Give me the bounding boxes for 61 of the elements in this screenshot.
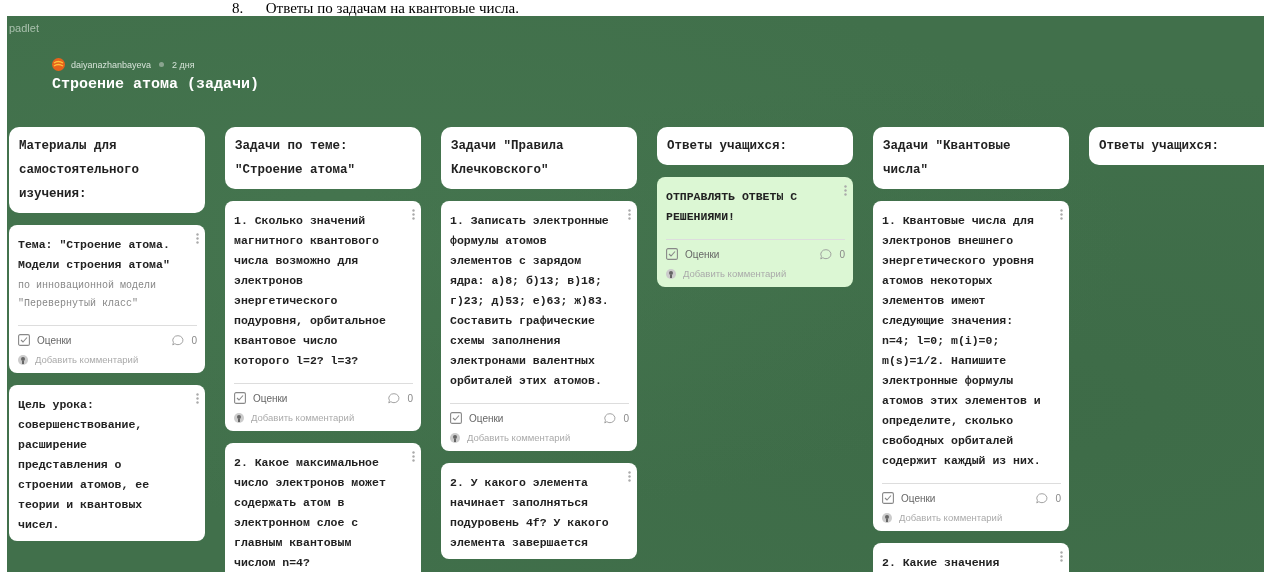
post-text: Тема: "Строение атома. Модели строения атома" — [18, 237, 171, 273]
comment-icon — [172, 334, 185, 346]
comment-icon — [1036, 492, 1049, 504]
column-header: Задачи "Правила Клечковского" — [441, 127, 637, 189]
checkbox-icon[interactable] — [18, 334, 30, 346]
more-icon[interactable] — [196, 233, 199, 244]
column-header: Материалы для самостоятельного изучения: — [9, 127, 205, 213]
checkbox-icon[interactable] — [234, 392, 246, 404]
avatar-icon — [882, 512, 892, 523]
checkbox-icon[interactable] — [666, 248, 678, 260]
more-icon[interactable] — [196, 393, 199, 404]
column-header: Задачи "Квантовые числа" — [873, 127, 1069, 189]
author-name: daiyanazhanbayeva — [71, 59, 152, 70]
more-icon[interactable] — [412, 209, 415, 220]
avatar-icon — [234, 412, 244, 423]
board-title: Строение атома (задачи) — [52, 76, 260, 93]
comment-icon — [820, 248, 833, 260]
rating-label: Оценки — [37, 334, 73, 346]
document-heading: 8. Ответы по задачам на квантовые числа. — [231, 0, 520, 16]
more-icon[interactable] — [628, 209, 631, 220]
post-text: 2. Какие значения — [882, 555, 1001, 571]
avatar-icon — [666, 268, 676, 279]
more-icon[interactable] — [1060, 551, 1063, 562]
column-header: Ответы учащихся: — [1089, 127, 1264, 165]
more-icon[interactable] — [844, 185, 847, 196]
post-text: 1. Квантовые числа для электронов внешнего энергетического уровня атомов некоторых элементов имеют следующие значения: n=4; l=0; m(i)=0; m(s)=1/2. Напишите электронные формулы атомов этих элементов и определите, сколько свободных орбиталей содержит каждый из них. — [882, 213, 1042, 469]
add-comment-field[interactable]: Добавить комментарий — [35, 354, 139, 365]
avatar-icon — [18, 354, 28, 365]
comment-count: 0 — [191, 334, 197, 346]
brand-label: padlet — [8, 21, 39, 34]
comment-count: 0 — [839, 248, 845, 260]
comment-count: 0 — [623, 412, 629, 424]
rating-label: Оценки — [901, 492, 937, 504]
more-icon[interactable] — [1060, 209, 1063, 220]
post-subtext: по инновационной модели "Перевернутый класс" — [18, 279, 158, 311]
comment-icon — [604, 412, 617, 424]
post-text: 1. Сколько значений магнитного квантового числа возможно для электронов энергетического подуровня, орбитальное квантовое число которого l=2? l=3? — [234, 213, 387, 369]
avatar-icon — [52, 58, 65, 71]
add-comment-field[interactable]: Добавить комментарий — [467, 432, 571, 443]
post-text: 1. Записать электронные формулы атомов элементов с зарядом ядра: а)8; б)13; в)18; г)23; д)53; е)63; ж)83. Составить графические схемы заполнения электронами валентных орбиталей этих атомов. — [450, 213, 610, 389]
rating-label: Оценки — [685, 248, 721, 260]
avatar-icon — [450, 432, 460, 443]
more-icon[interactable] — [628, 471, 631, 482]
add-comment-field[interactable]: Добавить комментарий — [251, 412, 355, 423]
column-header: Задачи по теме: "Строение атома" — [225, 127, 421, 189]
add-comment-field[interactable]: Добавить комментарий — [899, 512, 1003, 523]
post-text: ОТПРАВЛЯТЬ ОТВЕТЫ С РЕШЕНИЯМИ! — [666, 189, 799, 225]
rating-label: Оценки — [469, 412, 505, 424]
comment-icon — [388, 392, 401, 404]
post-text: 2. У какого элемента начинает заполняться подуровень 4f? У какого элемента завершается — [450, 475, 610, 551]
more-icon[interactable] — [412, 451, 415, 462]
checkbox-icon[interactable] — [450, 412, 462, 424]
column-header: Ответы учащихся: — [657, 127, 853, 165]
comment-count: 0 — [1055, 492, 1061, 504]
post-text: 2. Какое максимальное число электронов может содержать атом в электронном слое с главным квантовым числом n=4? — [234, 455, 387, 571]
post-time: 2 дня — [172, 59, 195, 70]
post-text: Цель урока: совершенствование, расширение представления о строении атомов, ее теории и квантовых чисел. — [18, 397, 151, 533]
add-comment-field[interactable]: Добавить комментарий — [683, 268, 787, 279]
rating-label: Оценки — [253, 392, 289, 404]
comment-count: 0 — [407, 392, 413, 404]
checkbox-icon[interactable] — [882, 492, 894, 504]
